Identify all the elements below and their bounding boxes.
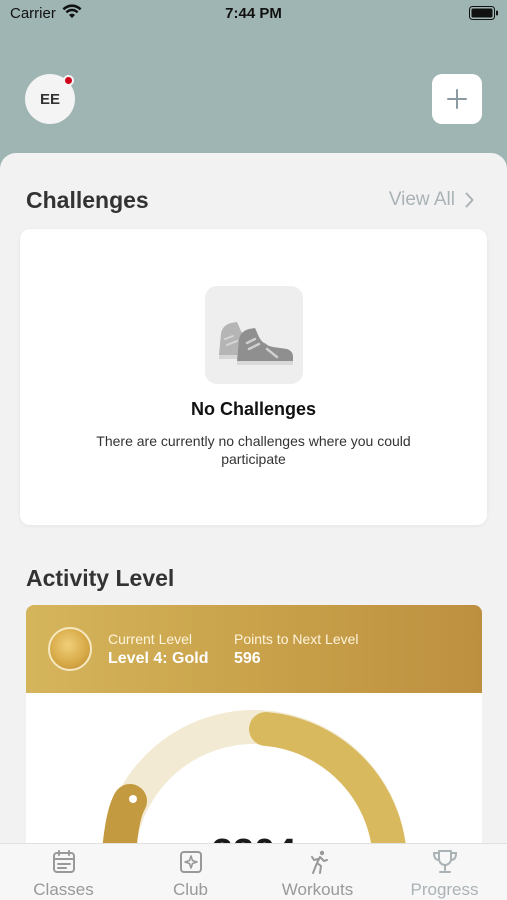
status-bar: Carrier 7:44 PM — [0, 0, 507, 28]
tab-workouts-label: Workouts — [281, 880, 354, 899]
notification-dot — [63, 75, 74, 86]
trophy-icon — [432, 850, 457, 873]
profile-avatar[interactable]: EE — [25, 74, 75, 124]
avatar-initials: EE — [39, 90, 60, 108]
empty-state-title: No Challenges — [190, 399, 317, 419]
level-header: Current Level Level 4: Gold Points to Ne… — [26, 605, 482, 693]
empty-state-description: There are currently no challenges where … — [96, 433, 411, 467]
tab-workouts[interactable]: Workouts — [254, 844, 381, 900]
clock: 7:44 PM — [225, 5, 282, 22]
tab-classes-label: Classes — [33, 880, 94, 899]
activity-score: 3304 — [212, 832, 297, 843]
classes-icon — [52, 850, 75, 873]
view-all-label: View All — [388, 189, 455, 210]
tab-progress[interactable]: Progress — [381, 844, 507, 900]
current-level-value: Level 4: Gold — [108, 650, 209, 667]
gold-medal-icon — [48, 627, 92, 671]
chevron-right-icon — [465, 192, 474, 208]
tab-club[interactable]: Club — [127, 844, 254, 900]
add-button[interactable] — [432, 74, 482, 124]
activity-level-card[interactable]: Current Level Level 4: Gold Points to Ne… — [26, 605, 482, 843]
workouts-icon — [310, 850, 328, 874]
current-level-label: Current Level — [108, 631, 193, 647]
tab-progress-label: Progress — [410, 880, 479, 899]
sneakers-icon — [205, 286, 303, 384]
challenges-card: No Challenges There are currently no cha… — [20, 229, 487, 525]
tab-bar: Classes Club Workouts Progress — [0, 843, 507, 900]
battery-icon — [469, 6, 498, 20]
challenges-title: Challenges — [26, 187, 149, 213]
view-all-link[interactable]: View All — [389, 189, 474, 211]
points-next-level-label: Points to Next Level — [234, 631, 359, 647]
points-next-level-value: 596 — [234, 650, 261, 667]
activity-level-title: Activity Level — [26, 565, 175, 591]
club-icon — [179, 851, 202, 873]
main-content[interactable]: Challenges View All No Challenges There … — [0, 153, 507, 843]
tab-classes[interactable]: Classes — [0, 844, 127, 900]
plus-icon — [447, 89, 467, 109]
tab-club-label: Club — [173, 880, 208, 899]
activity-gauge: 3304 — [102, 710, 406, 843]
